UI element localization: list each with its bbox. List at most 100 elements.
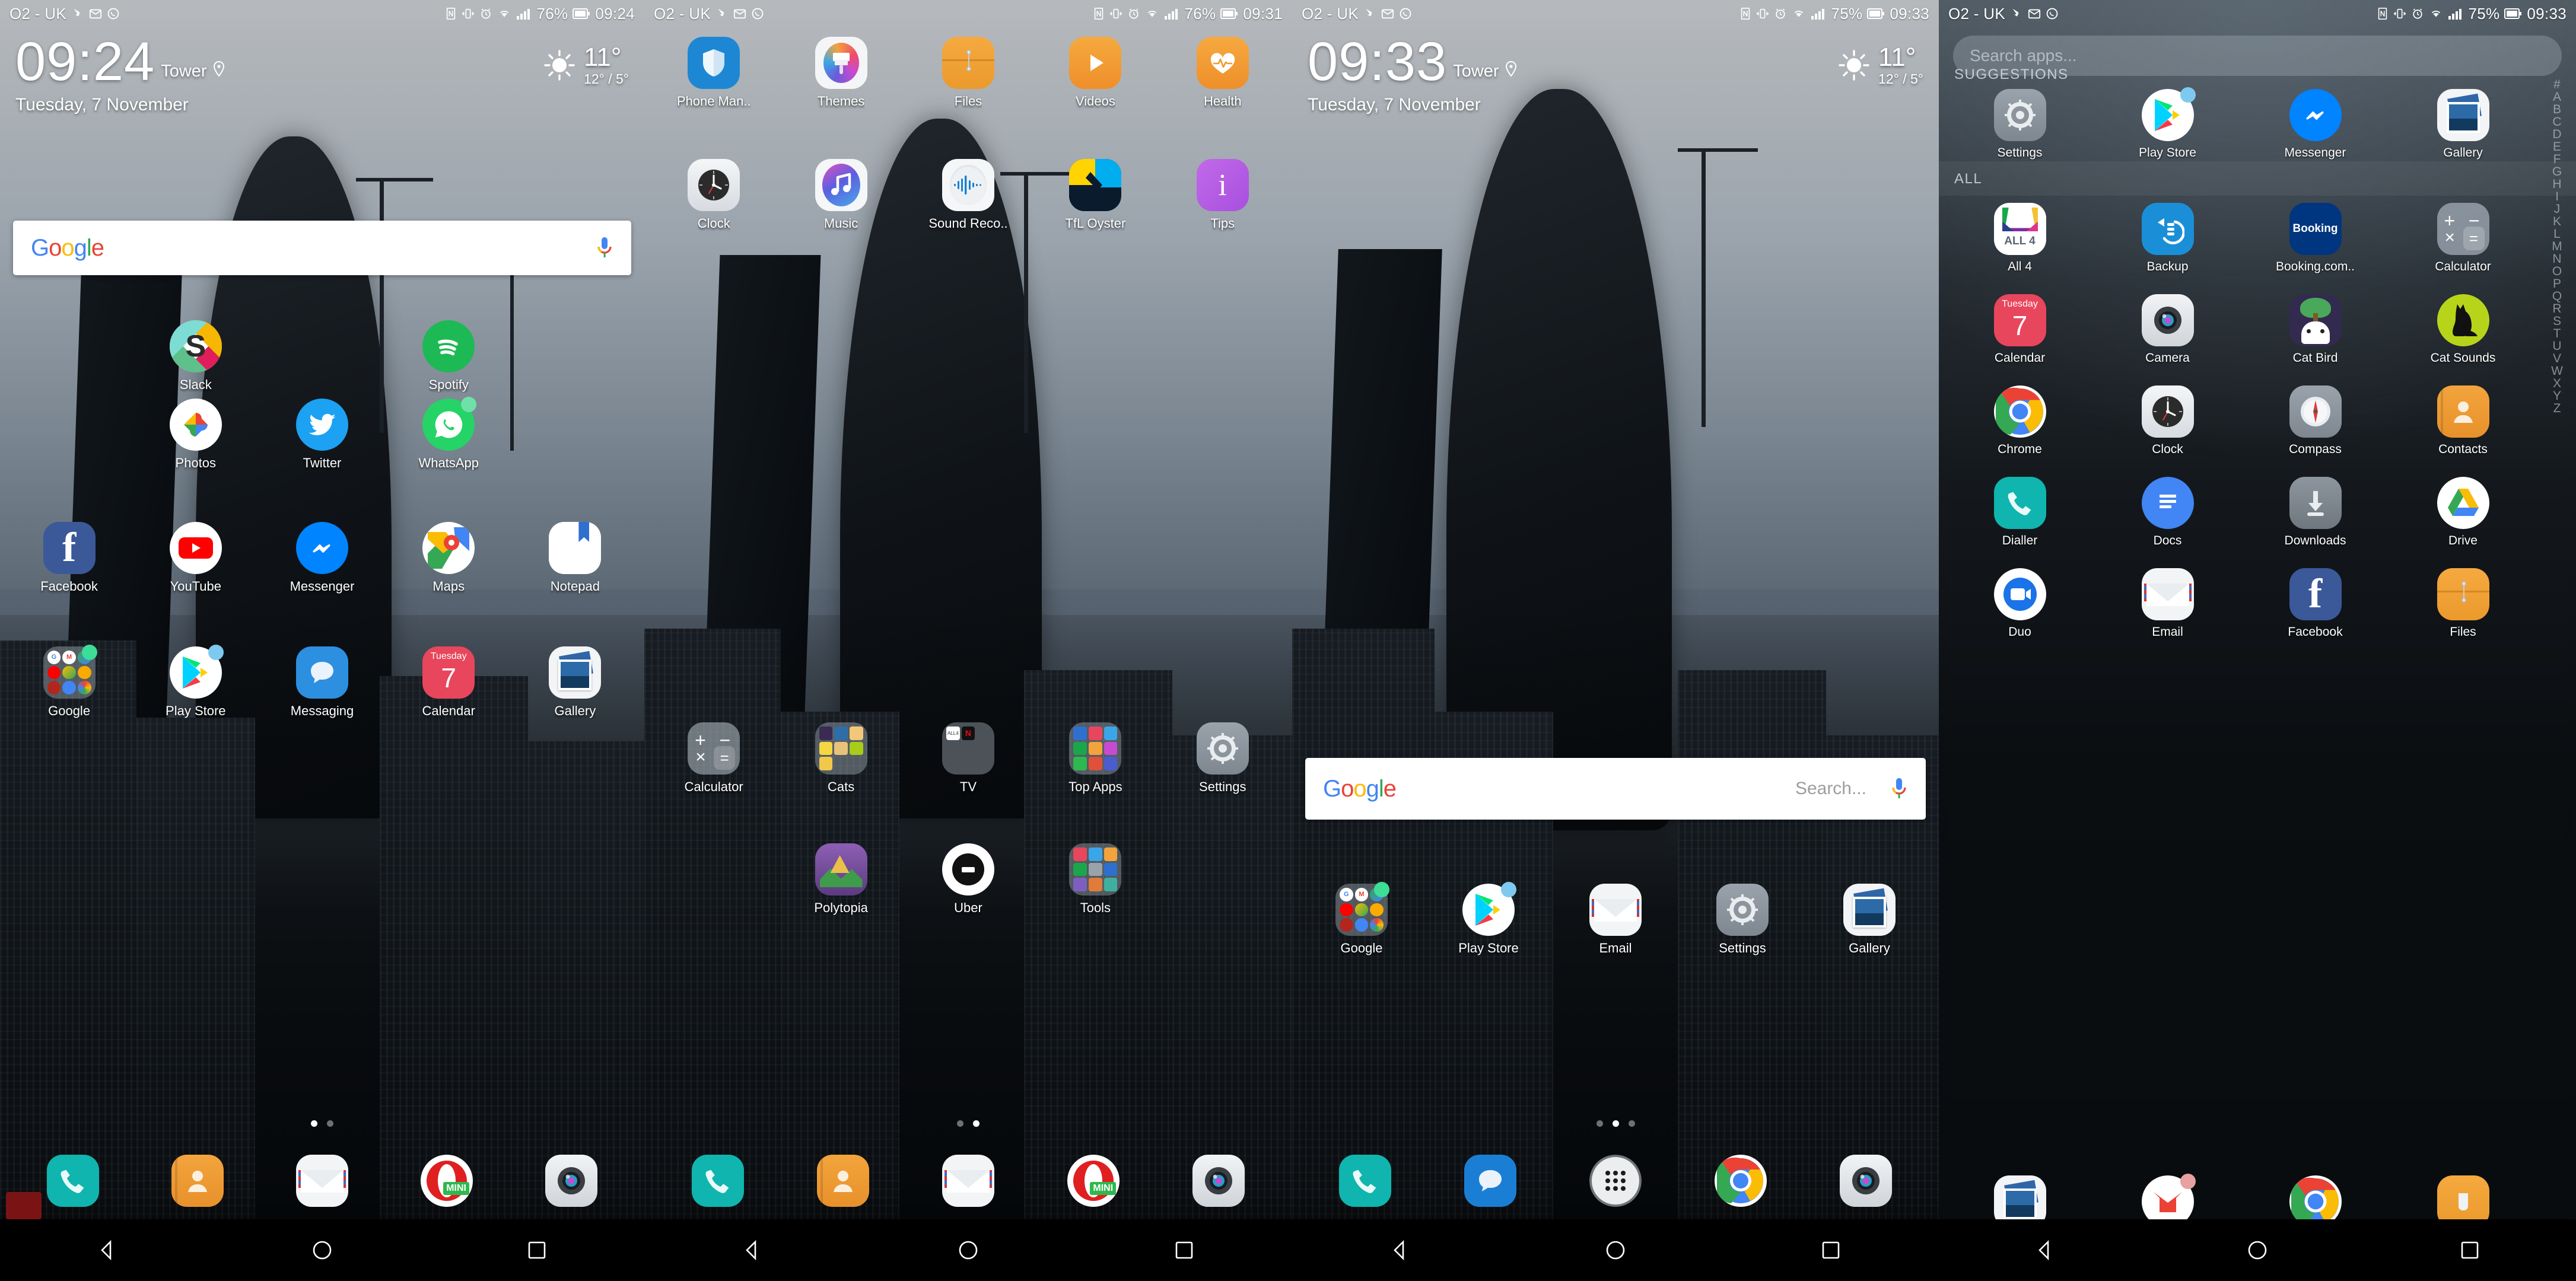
drawer-app-camera[interactable]: Camera [2094, 294, 2241, 365]
drawer-app-booking[interactable]: Booking Booking.com.. [2241, 203, 2389, 274]
recents-icon[interactable] [2457, 1237, 2483, 1263]
alpha-letter[interactable]: C [2552, 116, 2561, 128]
app-notepad[interactable]: Notepad [512, 522, 638, 594]
home-icon[interactable] [1602, 1237, 1629, 1263]
drawer-app-files[interactable]: Files [2389, 568, 2537, 639]
app-google-folder[interactable]: G M Google [6, 645, 132, 719]
app-spotify[interactable]: Spotify [386, 320, 512, 393]
back-icon[interactable] [1387, 1237, 1413, 1263]
alphabet-index[interactable]: # A B C D E F G H I J K L M N O P Q R S … [2542, 78, 2572, 415]
alpha-letter[interactable]: S [2553, 315, 2561, 327]
alpha-letter[interactable]: A [2553, 91, 2561, 103]
app-google-folder[interactable]: G M Google [1298, 882, 1425, 956]
phone-icon[interactable] [691, 1155, 744, 1207]
alpha-letter[interactable]: G [2552, 165, 2562, 178]
alpha-letter[interactable]: F [2553, 153, 2561, 165]
recents-icon[interactable] [1171, 1237, 1197, 1263]
folder-tv[interactable]: ALL4 N TV [905, 722, 1032, 795]
app-tfl-oyster[interactable]: TfL Oyster [1032, 159, 1159, 231]
app-facebook[interactable]: f Facebook [6, 522, 132, 594]
alpha-letter[interactable]: N [2552, 253, 2561, 265]
home-icon[interactable] [2244, 1237, 2270, 1263]
app-gallery[interactable]: Gallery [1806, 884, 1933, 956]
app-files[interactable]: Files [905, 37, 1032, 109]
phone-icon[interactable] [1339, 1155, 1392, 1207]
alpha-letter[interactable]: V [2553, 352, 2561, 365]
drawer-app-play-store[interactable]: Play Store [2094, 87, 2241, 160]
app-play-store[interactable]: Play Store [132, 645, 259, 719]
folder-tools[interactable]: Tools [1032, 843, 1159, 916]
drawer-app-contacts[interactable]: Contacts [2389, 385, 2537, 457]
drawer-app-all4[interactable]: ALL 4 All 4 [1946, 203, 2094, 274]
drawer-app-docs[interactable]: Docs [2094, 477, 2241, 548]
opera-mini-icon[interactable]: MINI [421, 1155, 473, 1207]
home-icon[interactable] [955, 1237, 981, 1263]
page-dot[interactable] [1628, 1120, 1635, 1127]
app-calculator[interactable]: + − × = Calculator [650, 722, 777, 795]
drawer-app-cat-bird[interactable]: Cat Bird [2241, 294, 2389, 365]
camera-icon[interactable] [1192, 1155, 1245, 1207]
alpha-letter[interactable]: L [2553, 228, 2561, 240]
app-settings[interactable]: Settings [1159, 722, 1286, 795]
opera-mini-icon[interactable]: MINI [1067, 1155, 1120, 1207]
alpha-letter[interactable]: P [2553, 278, 2561, 290]
app-music[interactable]: Music [777, 159, 904, 231]
drawer-app-calendar[interactable]: Tuesday 7 Calendar [1946, 294, 2094, 365]
chrome-icon[interactable] [1714, 1155, 1767, 1207]
alpha-letter[interactable]: # [2553, 78, 2561, 91]
email-icon[interactable] [296, 1155, 348, 1207]
drawer-app-email[interactable]: Email [2094, 568, 2241, 639]
alpha-letter[interactable]: B [2553, 103, 2561, 116]
drawer-app-duo[interactable]: Duo [1946, 568, 2094, 639]
microphone-icon[interactable] [1890, 776, 1908, 802]
app-slack[interactable]: S Slack [132, 320, 259, 393]
alpha-letter[interactable]: U [2552, 340, 2561, 352]
app-photos[interactable]: Photos [132, 399, 259, 471]
back-icon[interactable] [94, 1237, 120, 1263]
drawer-app-gallery[interactable]: Gallery [2389, 89, 2537, 160]
page-dot[interactable] [327, 1120, 333, 1127]
google-search-widget[interactable]: Google Search... [1305, 758, 1926, 820]
phone-icon[interactable] [47, 1155, 99, 1207]
drawer-app-cat-sounds[interactable]: Cat Sounds [2389, 294, 2537, 365]
home-icon[interactable] [309, 1237, 335, 1263]
drawer-app-settings[interactable]: Settings [1946, 89, 2094, 160]
alpha-letter[interactable]: I [2555, 190, 2559, 203]
camera-icon[interactable] [1839, 1155, 1892, 1207]
contacts-icon[interactable] [171, 1155, 224, 1207]
alpha-letter[interactable]: K [2553, 215, 2561, 228]
app-tips[interactable]: i Tips [1159, 159, 1286, 231]
app-email[interactable]: Email [1552, 884, 1679, 956]
alpha-letter[interactable]: R [2552, 302, 2561, 315]
alpha-letter[interactable]: H [2552, 178, 2561, 190]
drawer-app-clock[interactable]: Clock [2094, 385, 2241, 457]
folder-top-apps[interactable]: Top Apps [1032, 722, 1159, 795]
clock-weather-widget[interactable]: 09:33 Tower 11° 12° / 5° Tuesday, 7 Nove… [1292, 34, 1939, 115]
app-whatsapp[interactable]: WhatsApp [386, 397, 512, 471]
app-uber[interactable]: Uber [905, 843, 1032, 916]
alpha-letter[interactable]: X [2553, 377, 2561, 390]
back-icon[interactable] [739, 1237, 765, 1263]
recents-icon[interactable] [1818, 1237, 1844, 1263]
app-gallery[interactable]: Gallery [512, 646, 638, 719]
clock-weather-widget[interactable]: 09:24 Tower 11° 12° / 5° Tuesday, 7 Nove… [0, 34, 644, 115]
app-phone-manager[interactable]: Phone Man.. [650, 37, 777, 109]
page-dot[interactable] [957, 1120, 963, 1127]
page-dot[interactable] [311, 1120, 317, 1127]
drawer-app-calculator[interactable]: + − × = Calculator [2389, 203, 2537, 274]
app-clock[interactable]: Clock [650, 159, 777, 231]
app-videos[interactable]: Videos [1032, 37, 1159, 109]
messages-icon[interactable] [1464, 1155, 1517, 1207]
contacts-icon[interactable] [816, 1155, 869, 1207]
recents-icon[interactable] [524, 1237, 550, 1263]
app-sound-recorder[interactable]: Sound Reco.. [905, 159, 1032, 231]
drawer-app-downloads[interactable]: Downloads [2241, 477, 2389, 548]
alpha-letter[interactable]: Q [2552, 290, 2562, 302]
app-twitter[interactable]: Twitter [259, 399, 385, 471]
app-health[interactable]: Health [1159, 37, 1286, 109]
alpha-letter[interactable]: M [2552, 240, 2562, 253]
drawer-app-compass[interactable]: Compass [2241, 385, 2389, 457]
app-messaging[interactable]: Messaging [259, 646, 385, 719]
app-themes[interactable]: Themes [777, 37, 904, 109]
drawer-app-backup[interactable]: Backup [2094, 203, 2241, 274]
